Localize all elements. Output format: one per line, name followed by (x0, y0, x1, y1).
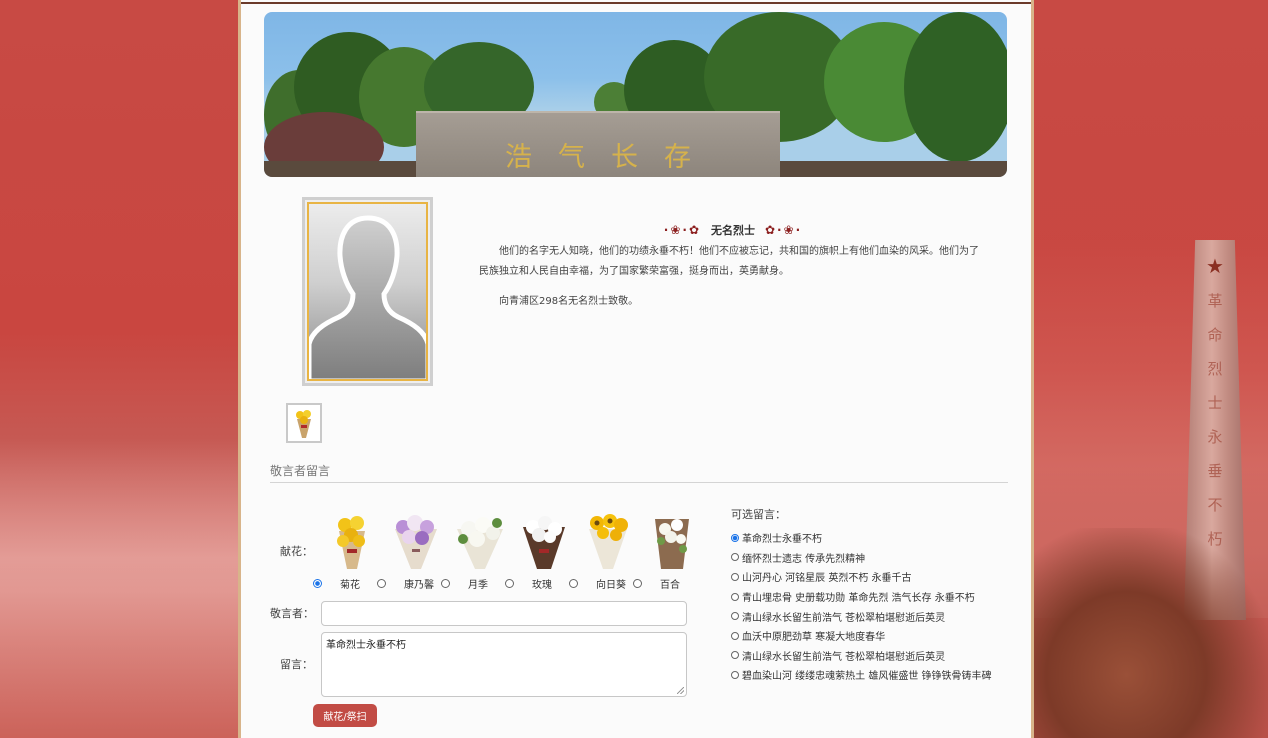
person-silhouette-icon (309, 215, 426, 379)
optional-message-item[interactable]: 碧血染山河 缕缕忠魂萦热土 雄风催盛世 铮铮铁骨铸丰碑 (731, 665, 992, 685)
memorial-stone: 浩气长存 (416, 111, 780, 177)
flower-option-row: 百合 (633, 576, 697, 591)
carnation-icon (395, 515, 437, 569)
chrysanthemum-icon (337, 516, 365, 569)
flower-radio[interactable] (505, 579, 514, 588)
message-radio[interactable] (731, 651, 739, 660)
plum-blossom-left-icon: ·❀·✿ (663, 223, 701, 237)
optional-message-text: 清山绿水长留生前浩气 苍松翠柏堪慰逝后英灵 (742, 612, 946, 624)
flower-radio[interactable] (313, 579, 322, 588)
optional-message-item[interactable]: 山河丹心 河铭星辰 英烈不朽 永垂千古 (731, 567, 992, 587)
portrait-image (307, 202, 428, 381)
martyr-title-row: ·❀·✿ 无名烈士 ✿·❀· (479, 222, 987, 238)
optional-message-item[interactable]: 缅怀烈士遗志 传承先烈精神 (731, 548, 992, 568)
resize-handle-icon[interactable] (677, 687, 684, 694)
flower-label: 玫瑰 (532, 580, 552, 591)
portrait-frame (302, 197, 433, 386)
flower-label: 献花： (280, 545, 313, 558)
optional-message-text: 缅怀烈士遗志 传承先烈精神 (742, 553, 866, 565)
flower-label: 向日葵 (596, 580, 626, 591)
optional-message-item[interactable]: 清山绿水长留生前浩气 苍松翠柏堪慰逝后英灵 (731, 606, 992, 626)
optional-message-item[interactable]: 革命烈士永垂不朽 (731, 528, 992, 548)
rose-icon (523, 516, 565, 569)
main-panel: 浩气长存 ·❀·✿ 无名烈士 ✿·❀· 他们的名字无人知晓，他们的功绩永垂不朽！… (238, 0, 1034, 738)
optional-message-item[interactable]: 清山绿水长留生前浩气 苍松翠柏堪慰逝后英灵 (731, 646, 992, 666)
optional-messages-title: 可选留言： (731, 508, 786, 521)
flower-label: 月季 (468, 580, 488, 591)
stone-inscription: 浩气长存 (505, 142, 717, 173)
message-radio[interactable] (731, 533, 739, 542)
message-radio[interactable] (731, 572, 739, 581)
flower-label: 菊花 (340, 580, 360, 591)
plum-blossom-right-icon: ✿·❀· (765, 223, 803, 237)
left-background (0, 0, 240, 738)
optional-message-text: 清山绿水长留生前浩气 苍松翠柏堪慰逝后英灵 (742, 651, 946, 663)
optional-message-item[interactable]: 血沃中原肥劲草 寒凝大地度春华 (731, 626, 992, 646)
china-rose-icon (457, 517, 503, 569)
name-label: 敬言者： (270, 607, 314, 620)
flower-radio[interactable] (633, 579, 642, 588)
flower-option-row: 月季 (441, 576, 505, 591)
flower-option-row: 康乃馨 (377, 576, 441, 591)
flower-option-row: 向日葵 (569, 576, 633, 591)
flower-label: 百合 (660, 580, 680, 591)
tribute-text: 向青浦区298名无名烈士致敬。 (499, 296, 639, 307)
optional-message-text: 碧血染山河 缕缕忠魂萦热土 雄风催盛世 铮铮铁骨铸丰碑 (742, 671, 992, 683)
monument-engraving: 革命烈士永垂不朽 (1207, 292, 1223, 548)
message-radio[interactable] (731, 631, 739, 640)
message-radio[interactable] (731, 592, 739, 601)
martyr-name: 无名烈士 (711, 224, 755, 237)
statue-image (1032, 528, 1268, 738)
lily-icon (655, 519, 689, 569)
sunflower-icon (589, 514, 628, 569)
optional-message-item[interactable]: 青山埋忠骨 史册载功勋 革命先烈 浩气长存 永垂不朽 (731, 587, 992, 607)
message-textarea[interactable]: 革命烈士永垂不朽 (321, 632, 687, 697)
section-divider (270, 482, 1008, 483)
optional-message-text: 血沃中原肥劲草 寒凝大地度春华 (742, 632, 886, 644)
optional-message-text: 青山埋忠骨 史册载功勋 革命先烈 浩气长存 永垂不朽 (742, 593, 975, 605)
submit-offering-button[interactable]: 献花/祭扫 (313, 704, 377, 727)
top-divider (241, 2, 1031, 4)
right-background: ★ 革命烈士永垂不朽 (1032, 0, 1268, 738)
flower-option-row: 玫瑰 (505, 576, 569, 591)
flower-radio[interactable] (569, 579, 578, 588)
message-radio[interactable] (731, 553, 739, 562)
optional-message-text: 革命烈士永垂不朽 (742, 534, 822, 546)
flower-radio[interactable] (441, 579, 450, 588)
message-label: 留言： (280, 658, 313, 671)
banner-image: 浩气长存 (264, 12, 1007, 177)
flower-option-row: 菊花 (313, 576, 377, 591)
flower-label: 康乃馨 (404, 580, 434, 591)
martyr-bio: ·❀·✿ 无名烈士 ✿·❀· 他们的名字无人知晓，他们的功绩永垂不朽！他们不应被… (479, 222, 987, 312)
optional-messages: 可选留言： 革命烈士永垂不朽 缅怀烈士遗志 传承先烈精神 山河丹心 河铭星辰 英… (731, 506, 992, 685)
message-radio[interactable] (731, 612, 739, 621)
flower-radio[interactable] (377, 579, 386, 588)
message-radio[interactable] (731, 670, 739, 679)
tree (904, 12, 1007, 162)
chrysanthemum-bouquet-icon (296, 410, 311, 438)
bouquet-thumbnail[interactable] (286, 403, 322, 443)
optional-message-text: 山河丹心 河铭星辰 英烈不朽 永垂千古 (742, 573, 912, 585)
great-wall-image (0, 438, 240, 738)
message-text: 革命烈士永垂不朽 (326, 640, 406, 651)
star-icon: ★ (1206, 254, 1224, 278)
bio-text: 他们的名字无人知晓，他们的功绩永垂不朽！他们不应被忘记，共和国的旗帜上有他们血染… (479, 246, 979, 277)
section-title: 敬言者留言 (270, 464, 331, 478)
name-input[interactable] (321, 601, 687, 626)
